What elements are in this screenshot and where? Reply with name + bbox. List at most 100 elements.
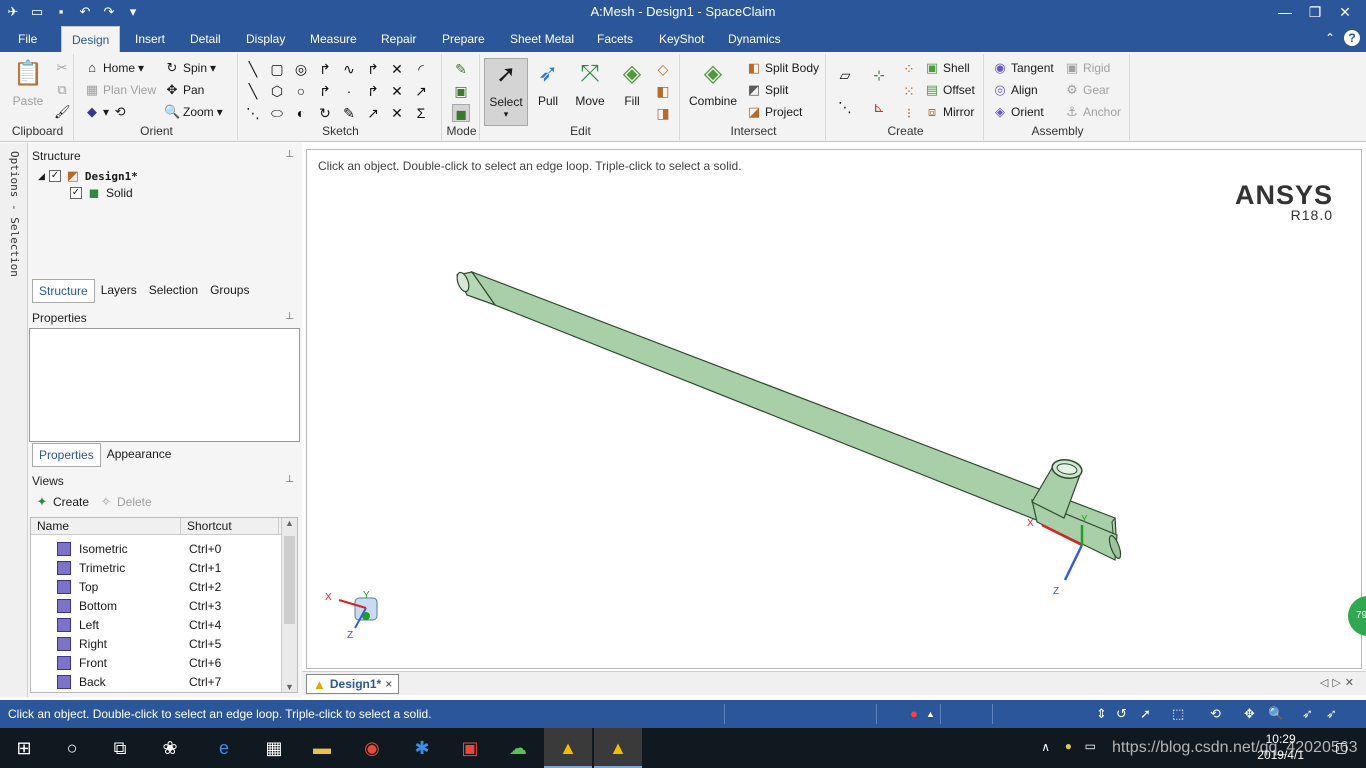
tray-chevron-icon[interactable]: ∧ [1041, 740, 1050, 754]
view-cube-button[interactable]: ◆ ▾ ⟲ [84, 104, 128, 120]
rectangle-tool-icon[interactable]: ▢ [268, 60, 286, 78]
restore-button[interactable]: ❐ [1300, 1, 1330, 23]
offset-button[interactable]: ▤ Offset [924, 82, 975, 98]
project-to-sketch-icon[interactable]: ↗ [364, 104, 382, 122]
tab-sheet-metal[interactable]: Sheet Metal [500, 26, 584, 52]
wechat-icon[interactable]: ☁ [494, 728, 542, 768]
tab-scroll-right-icon[interactable]: ▷ [1332, 677, 1344, 689]
visibility-checkbox[interactable]: ✓ [48, 170, 61, 182]
tangent-arc-icon[interactable]: ◐ [292, 104, 310, 122]
sweep-tool-icon[interactable]: ↻ [316, 104, 334, 122]
create-view-button[interactable]: ✦ Create [34, 494, 89, 510]
tweak-face-icon[interactable]: ◨ [654, 104, 672, 122]
orientation-triad[interactable]: X Y Z [325, 590, 378, 641]
fill-pattern-icon[interactable]: ⁝ [900, 104, 918, 122]
tab-insert[interactable]: Insert [125, 26, 175, 52]
split-curve-icon[interactable]: ✕ [388, 82, 406, 100]
select-arrow-icon[interactable]: ➚ [1140, 706, 1151, 722]
origin-icon[interactable]: ⊾ [870, 98, 888, 116]
column-shortcut[interactable]: Shortcut [181, 518, 279, 534]
network-icon[interactable]: ▭ [1085, 739, 1096, 753]
pull-status-icon[interactable]: ➶ [1302, 706, 1313, 722]
combine-button[interactable]: ◈ Combine [688, 58, 738, 108]
tab-scroll-left-icon[interactable]: ◁ [1320, 677, 1332, 689]
blend-icon[interactable]: ◇ [654, 60, 672, 78]
options-selection-strip[interactable]: Options - Selection [0, 143, 28, 697]
subtab-layers[interactable]: Layers [95, 279, 143, 303]
three-point-circle-icon[interactable]: ○ [292, 82, 310, 100]
pull-button[interactable]: ➶ Pull [526, 58, 570, 108]
start-button[interactable]: ⊞ [0, 728, 48, 768]
home-button[interactable]: ⌂ Home ▾ [84, 60, 144, 76]
line-tool-icon[interactable]: ╲ [244, 60, 262, 78]
3d-mode-icon[interactable]: ◼ [452, 104, 470, 122]
model-canvas[interactable]: X Y Z X Y Z [307, 150, 1361, 668]
split-button[interactable]: ◩ Split [746, 82, 789, 98]
pin-icon[interactable]: ⊥ [285, 149, 294, 160]
collapse-arrow-icon[interactable]: ◢ [38, 171, 45, 182]
spin-status-icon[interactable]: ⟲ [1210, 706, 1221, 722]
point-tool-icon[interactable]: · [340, 82, 358, 100]
box-select-icon[interactable]: ⬚ [1172, 706, 1184, 722]
construction-line-icon[interactable]: ⋱ [244, 104, 262, 122]
corner-icon[interactable]: ✕ [388, 104, 406, 122]
tab-dynamics[interactable]: Dynamics [718, 26, 791, 52]
table-row[interactable]: Top Ctrl+2 [31, 577, 281, 596]
split-body-button[interactable]: ◧ Split Body [746, 60, 819, 76]
move-status-icon[interactable]: ➶ [1326, 706, 1337, 722]
edge-browser-icon[interactable]: e [200, 728, 248, 768]
pin-icon[interactable]: ⊥ [285, 474, 294, 485]
subtab-appearance[interactable]: Appearance [101, 443, 178, 467]
section-mode-icon[interactable]: ▣ [452, 82, 470, 100]
circle-tool-icon[interactable]: ◎ [292, 60, 310, 78]
tab-keyshot[interactable]: KeyShot [649, 26, 714, 52]
plane-icon[interactable]: ▱ [836, 66, 854, 84]
smart-select-icon[interactable]: ↺ [1116, 706, 1127, 722]
equation-icon[interactable]: Σ [412, 104, 430, 122]
notification-icon[interactable]: ▢ [1335, 739, 1348, 756]
format-painter-icon[interactable]: 🖌 [54, 104, 71, 120]
offset-curve-icon[interactable]: ↱ [364, 60, 382, 78]
clock[interactable]: 10:29 2019/4/1 [1257, 731, 1304, 763]
pan-button[interactable]: ✥ Pan [164, 82, 205, 98]
sketch-mode-icon[interactable]: ✎ [452, 60, 470, 78]
spline-tool-icon[interactable]: ∿ [340, 60, 358, 78]
move-button[interactable]: ⤧ Move [568, 58, 612, 108]
tangent-button[interactable]: ◉ Tangent [992, 60, 1053, 76]
visibility-checkbox[interactable]: ✓ [70, 187, 82, 199]
subtab-properties[interactable]: Properties [32, 443, 101, 467]
linear-pattern-icon[interactable]: ⁘ [900, 60, 918, 78]
arc-tool-icon[interactable]: ↱ [316, 60, 334, 78]
plan-view-button[interactable]: ▦ Plan View [84, 82, 156, 98]
tray-app-icon[interactable]: ● [1065, 739, 1072, 753]
chevron-up-icon[interactable]: ▲ [926, 709, 935, 719]
trim-icon[interactable]: ✕ [388, 60, 406, 78]
cut-icon[interactable]: ✂ [54, 60, 70, 76]
pipe-body[interactable] [470, 270, 1118, 553]
tab-display[interactable]: Display [236, 26, 295, 52]
zoom-button[interactable]: 🔍 Zoom ▾ [164, 104, 223, 120]
document-tab-design1[interactable]: ▲ Design1* × [306, 674, 400, 694]
bend-icon[interactable]: ↗ [412, 82, 430, 100]
face-curve-icon[interactable]: ✎ [340, 104, 358, 122]
gear-button[interactable]: ⚙ Gear [1064, 82, 1110, 98]
subtab-selection[interactable]: Selection [143, 279, 204, 303]
pin-icon[interactable]: ⊥ [285, 311, 294, 322]
table-row[interactable]: Isometric Ctrl+0 [31, 539, 281, 558]
pan-status-icon[interactable]: ✥ [1244, 706, 1255, 722]
scroll-thumb[interactable] [284, 536, 295, 624]
tab-repair[interactable]: Repair [371, 26, 426, 52]
fill-button[interactable]: ◈ Fill [610, 58, 654, 108]
scroll-up-icon[interactable]: ▲ [282, 518, 297, 528]
tab-file[interactable]: File [8, 26, 47, 52]
error-icon[interactable]: ● [910, 706, 918, 721]
app-icon-1[interactable]: ❀ [146, 728, 194, 768]
three-point-arc-icon[interactable]: ↱ [316, 82, 334, 100]
ansys-taskbar-icon[interactable]: ▲ [544, 728, 592, 768]
tangent-line-icon[interactable]: ╲ [244, 82, 262, 100]
task-view-icon[interactable]: ⧉ [96, 728, 144, 768]
polygon-tool-icon[interactable]: ⬡ [268, 82, 286, 100]
file-explorer-icon[interactable]: ▬ [298, 728, 346, 768]
rigid-button[interactable]: ▣ Rigid [1064, 60, 1111, 76]
delete-view-button[interactable]: ✧ Delete [98, 494, 152, 510]
